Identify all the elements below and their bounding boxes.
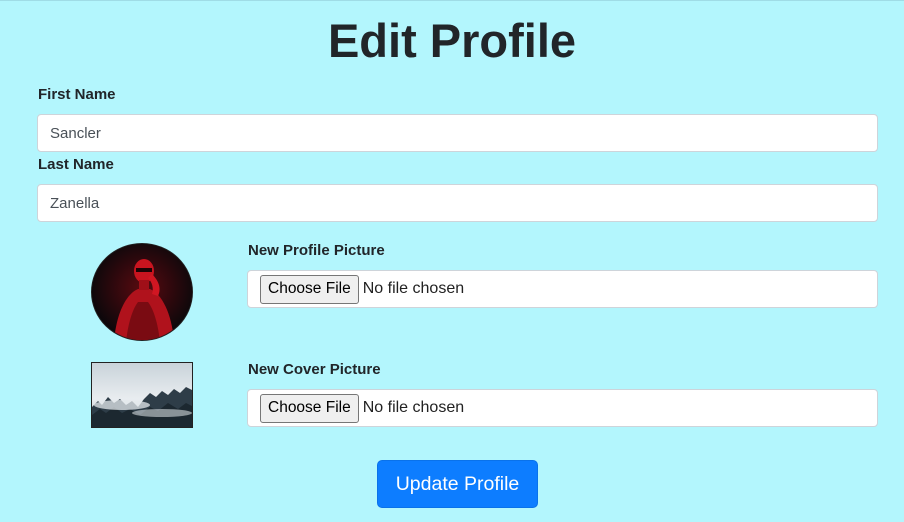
- profile-picture-file-status: No file chosen: [362, 280, 465, 297]
- profile-picture-label: New Profile Picture: [248, 242, 385, 259]
- update-profile-button[interactable]: Update Profile: [377, 460, 538, 508]
- first-name-field[interactable]: Sancler: [37, 114, 878, 152]
- cover-picture-file-status: No file chosen: [362, 399, 465, 416]
- current-profile-picture: [91, 243, 193, 341]
- profile-picture-choose-file-button[interactable]: Choose File: [260, 274, 359, 304]
- first-name-label: First Name: [38, 86, 116, 103]
- profile-picture-file-input[interactable]: Choose File No file chosen: [247, 270, 878, 308]
- last-name-label: Last Name: [38, 156, 114, 173]
- cover-picture-file-input[interactable]: Choose File No file chosen: [247, 389, 878, 427]
- page-title: Edit Profile: [327, 14, 577, 67]
- current-cover-picture: [91, 362, 193, 428]
- cover-picture-label: New Cover Picture: [248, 361, 381, 378]
- last-name-field[interactable]: Zanella: [37, 184, 878, 222]
- cover-picture-choose-file-button[interactable]: Choose File: [260, 393, 359, 423]
